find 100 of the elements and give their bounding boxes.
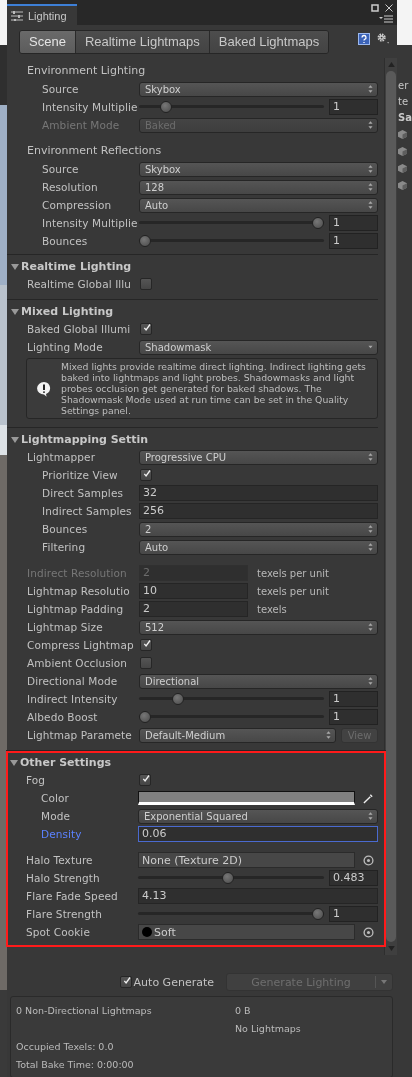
object-field[interactable]: Soft bbox=[138, 924, 355, 940]
dropdown[interactable]: 128 bbox=[139, 179, 378, 195]
slider-thumb[interactable] bbox=[312, 217, 324, 229]
updown-arrows-icon bbox=[368, 85, 373, 93]
number-field[interactable]: 1 bbox=[329, 691, 378, 707]
dropdown[interactable]: Exponential Squared bbox=[138, 808, 378, 824]
checkbox[interactable] bbox=[140, 278, 152, 290]
object-field[interactable]: None (Texture 2D) bbox=[138, 852, 355, 868]
dropdown[interactable]: Progressive CPU bbox=[139, 449, 378, 465]
help-icon[interactable] bbox=[358, 32, 370, 45]
field-label: Color bbox=[41, 792, 70, 804]
slider-thumb[interactable] bbox=[139, 711, 151, 723]
slider-thumb[interactable] bbox=[139, 235, 151, 247]
scrollbar[interactable] bbox=[384, 58, 397, 955]
dropdown[interactable]: 512 bbox=[139, 619, 378, 635]
tab[interactable]: Baked Lightmaps bbox=[209, 30, 329, 53]
number-field[interactable]: 1 bbox=[329, 906, 378, 922]
field-label: Prioritize View bbox=[42, 469, 119, 481]
dropdown[interactable]: Skybox bbox=[139, 81, 378, 97]
panel-text: er bbox=[398, 80, 409, 91]
dropdown[interactable]: Default-Medium bbox=[139, 727, 336, 743]
section-title: Realtime Lighting bbox=[21, 260, 132, 273]
slider-thumb[interactable] bbox=[222, 872, 235, 884]
updown-arrows-icon bbox=[368, 453, 373, 461]
menu-icon[interactable] bbox=[379, 15, 393, 23]
cube-icon bbox=[398, 147, 407, 156]
field-label: Lightmap Resolutio bbox=[27, 585, 131, 597]
number-field[interactable]: 1 bbox=[329, 233, 378, 249]
group-title: Environment Lighting bbox=[26, 63, 147, 79]
slider-track[interactable] bbox=[139, 235, 324, 247]
close-icon[interactable] bbox=[385, 4, 393, 12]
slider-track[interactable] bbox=[138, 908, 324, 920]
tab[interactable]: Scene bbox=[20, 30, 76, 53]
foldout-arrow-icon[interactable] bbox=[10, 758, 18, 767]
field-label: Directional Mode bbox=[27, 675, 119, 687]
slider-track[interactable] bbox=[139, 217, 324, 229]
input-field[interactable]: 2 bbox=[139, 601, 248, 617]
checkbox[interactable] bbox=[140, 639, 152, 651]
exclamation-icon bbox=[36, 380, 52, 397]
foldout-arrow-icon[interactable] bbox=[11, 307, 19, 316]
scrollbar-thumb[interactable] bbox=[386, 71, 396, 942]
cube-icon bbox=[398, 130, 407, 139]
object-picker-icon[interactable] bbox=[363, 926, 374, 938]
field-label: Source bbox=[42, 163, 80, 175]
maximize-icon[interactable] bbox=[371, 4, 379, 12]
caret-icon bbox=[381, 980, 387, 984]
settings-icon[interactable] bbox=[376, 32, 391, 45]
updown-arrows-icon bbox=[368, 623, 373, 631]
color-field[interactable] bbox=[138, 791, 355, 805]
dropdown[interactable]: Directional bbox=[139, 673, 378, 689]
checkbox[interactable] bbox=[139, 774, 151, 786]
field-label: Lightmap Paramete bbox=[27, 729, 133, 741]
field-label: Lightmap Size bbox=[27, 621, 104, 633]
checkbox[interactable] bbox=[140, 323, 152, 335]
number-field[interactable]: 1 bbox=[329, 215, 378, 231]
updown-arrows-icon bbox=[326, 731, 331, 739]
input-field[interactable]: 4.13 bbox=[138, 888, 378, 904]
checkbox[interactable] bbox=[140, 657, 152, 669]
dropdown[interactable]: Auto bbox=[139, 539, 378, 555]
field-label: Flare Strength bbox=[26, 908, 104, 920]
slider-thumb[interactable] bbox=[159, 101, 172, 113]
field-label: Lightmapper bbox=[27, 451, 97, 463]
slider-track[interactable] bbox=[139, 711, 324, 723]
stats-text: Occupied Texels: 0.0 bbox=[16, 1040, 114, 1052]
number-field[interactable]: 1 bbox=[329, 709, 378, 725]
input-field[interactable]: 256 bbox=[139, 503, 378, 519]
field-label: Ambient Occlusion bbox=[27, 657, 129, 669]
input-field[interactable]: 32 bbox=[139, 485, 378, 501]
slider-track[interactable] bbox=[139, 693, 324, 705]
eyedropper-icon[interactable] bbox=[363, 792, 374, 804]
foldout-arrow-icon[interactable] bbox=[11, 435, 19, 444]
checkbox[interactable] bbox=[119, 976, 132, 988]
unit-label: texels bbox=[257, 603, 287, 615]
slider-track[interactable] bbox=[138, 872, 324, 884]
number-field[interactable]: 1 bbox=[329, 99, 378, 115]
foldout-arrow-icon[interactable] bbox=[11, 262, 19, 271]
caret-icon bbox=[368, 343, 373, 351]
field-label: Indirect Samples bbox=[42, 505, 133, 517]
section-title: Lightmapping Settin bbox=[21, 433, 149, 446]
window-tab[interactable]: Lighting bbox=[7, 4, 77, 25]
field-label: Baked Global Illumi bbox=[27, 323, 132, 335]
field-label: Bounces bbox=[42, 523, 89, 535]
field-label: Density bbox=[41, 828, 83, 840]
dropdown[interactable]: Skybox bbox=[139, 161, 378, 177]
slider-track[interactable] bbox=[139, 101, 324, 113]
number-field[interactable]: 0.483 bbox=[329, 870, 378, 886]
object-picker-icon[interactable] bbox=[363, 854, 374, 866]
field-label: Intensity Multiplie bbox=[42, 101, 139, 113]
dropdown[interactable]: 2 bbox=[139, 521, 378, 537]
dropdown[interactable]: Auto bbox=[139, 197, 378, 213]
input-field[interactable]: 0.06 bbox=[138, 826, 378, 842]
updown-arrows-icon bbox=[368, 543, 373, 551]
input-field[interactable]: 10 bbox=[139, 583, 248, 599]
dropdown[interactable]: Shadowmask bbox=[139, 339, 378, 355]
field-label: Realtime Global Illu bbox=[27, 278, 133, 290]
slider-thumb[interactable] bbox=[312, 908, 324, 920]
tab[interactable]: Realtime Lightmaps bbox=[75, 30, 210, 53]
field-label: Indirect Resolution bbox=[27, 567, 128, 579]
slider-thumb[interactable] bbox=[171, 693, 184, 705]
checkbox[interactable] bbox=[140, 469, 152, 481]
